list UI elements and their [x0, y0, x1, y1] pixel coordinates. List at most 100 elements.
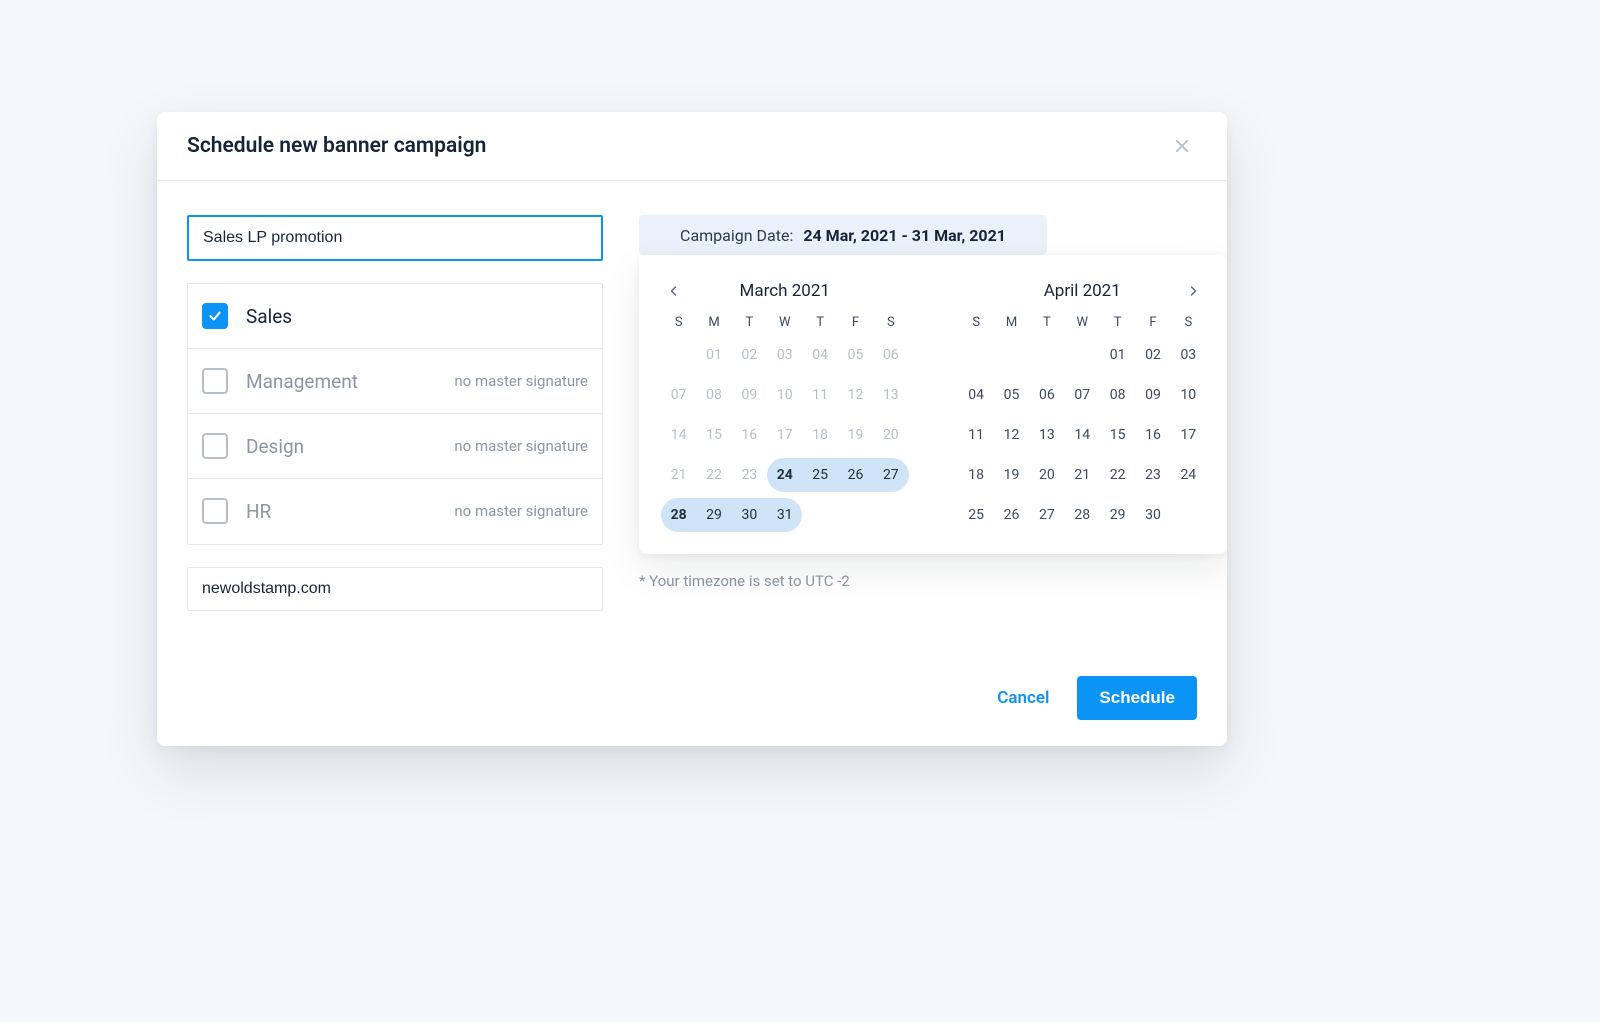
calendar-day[interactable]: 06	[1029, 378, 1064, 412]
close-button[interactable]	[1167, 131, 1197, 161]
calendar-day[interactable]: 06	[873, 338, 908, 372]
calendar-day[interactable]: 15	[696, 418, 731, 452]
calendar-day[interactable]: 14	[661, 418, 696, 452]
calendar-day[interactable]: 10	[767, 378, 802, 412]
calendar-day[interactable]: 13	[873, 378, 908, 412]
calendar-day[interactable]: 24	[1171, 458, 1206, 492]
calendar-day[interactable]: 27	[873, 458, 908, 492]
department-row[interactable]: Sales	[188, 284, 602, 348]
calendar-day[interactable]: 27	[1029, 498, 1064, 532]
weekday-label: S	[873, 315, 908, 330]
calendar-day[interactable]: 23	[1135, 458, 1170, 492]
calendar-day[interactable]: 01	[696, 338, 731, 372]
calendar-day[interactable]: 10	[1171, 378, 1206, 412]
calendar-day[interactable]: 20	[1029, 458, 1064, 492]
schedule-button[interactable]: Schedule	[1077, 676, 1197, 720]
calendar-day[interactable]: 11	[802, 378, 837, 412]
calendar-day[interactable]: 19	[994, 458, 1029, 492]
department-row[interactable]: Designno master signature	[188, 413, 602, 478]
chevron-right-icon	[1187, 285, 1199, 297]
calendar-day[interactable]: 16	[1135, 418, 1170, 452]
calendar-day[interactable]: 21	[1065, 458, 1100, 492]
destination-url-input[interactable]	[187, 567, 603, 611]
calendar-day[interactable]: 19	[838, 418, 873, 452]
calendar-day[interactable]: 17	[767, 418, 802, 452]
modal-footer: Cancel Schedule	[997, 676, 1197, 720]
calendar-day[interactable]: 30	[732, 498, 767, 532]
calendar-day[interactable]: 29	[696, 498, 731, 532]
calendar-day[interactable]: 20	[873, 418, 908, 452]
calendar-day[interactable]: 16	[732, 418, 767, 452]
calendar-day[interactable]: 17	[1171, 418, 1206, 452]
calendar-day[interactable]: 22	[696, 458, 731, 492]
calendar-day[interactable]: 28	[1065, 498, 1100, 532]
weekday-label: T	[1029, 315, 1064, 330]
close-icon	[1173, 137, 1191, 155]
weekday-label: M	[994, 315, 1029, 330]
calendar-day[interactable]: 03	[1171, 338, 1206, 372]
calendar-day[interactable]: 25	[959, 498, 994, 532]
weekday-label: S	[1171, 315, 1206, 330]
calendar-day[interactable]: 25	[802, 458, 837, 492]
weekday-label: W	[1065, 315, 1100, 330]
calendar-day[interactable]: 21	[661, 458, 696, 492]
department-checkbox[interactable]	[202, 498, 228, 524]
calendar-day[interactable]: 03	[767, 338, 802, 372]
calendar-day[interactable]: 31	[767, 498, 802, 532]
calendar-day[interactable]: 29	[1100, 498, 1135, 532]
calendar-day[interactable]: 15	[1100, 418, 1135, 452]
month-title: March 2021	[740, 281, 830, 301]
calendar-month: April 2021SMTWTFS01020304050607080910111…	[959, 267, 1207, 532]
department-checkbox[interactable]	[202, 433, 228, 459]
weekday-header: SMTWTFS	[661, 315, 909, 330]
cancel-button[interactable]: Cancel	[997, 688, 1049, 708]
calendar-day[interactable]: 02	[732, 338, 767, 372]
department-row[interactable]: Managementno master signature	[188, 348, 602, 413]
department-note: no master signature	[454, 372, 588, 390]
calendar-grid: 010203 04050607080910 11121314151617 181920…	[959, 338, 1207, 532]
department-row[interactable]: HR no master signature	[188, 478, 602, 543]
calendar-day[interactable]: 05	[994, 378, 1029, 412]
department-checkbox[interactable]	[202, 368, 228, 394]
calendar-day[interactable]: 14	[1065, 418, 1100, 452]
calendar-day[interactable]: 01	[1100, 338, 1135, 372]
next-month-button[interactable]	[1180, 278, 1206, 304]
calendar-day[interactable]: 18	[959, 458, 994, 492]
calendar-day[interactable]: 23	[732, 458, 767, 492]
prev-month-button[interactable]	[661, 278, 687, 304]
calendar-day[interactable]: 22	[1100, 458, 1135, 492]
department-name: HR	[246, 500, 271, 523]
calendar-day[interactable]: 24	[767, 458, 802, 492]
calendar-day[interactable]: 09	[1135, 378, 1170, 412]
calendar-day[interactable]: 07	[661, 378, 696, 412]
left-column: SalesManagementno master signatureDesign…	[187, 215, 603, 611]
weekday-label: F	[838, 315, 873, 330]
calendar-day[interactable]: 02	[1135, 338, 1170, 372]
modal-body: SalesManagementno master signatureDesign…	[157, 181, 1227, 611]
calendar-blank	[1065, 338, 1100, 372]
department-checkbox[interactable]	[202, 303, 228, 329]
calendar-day[interactable]: 07	[1065, 378, 1100, 412]
date-range-label: Campaign Date:	[680, 226, 793, 245]
calendar-day[interactable]: 04	[959, 378, 994, 412]
calendar-day[interactable]: 08	[1100, 378, 1135, 412]
calendar-day[interactable]: 05	[838, 338, 873, 372]
calendar-day[interactable]: 04	[802, 338, 837, 372]
weekday-label: M	[696, 315, 731, 330]
calendar-day[interactable]: 26	[838, 458, 873, 492]
calendar-day[interactable]: 12	[994, 418, 1029, 452]
calendar-day[interactable]: 12	[838, 378, 873, 412]
calendar-day[interactable]: 28	[661, 498, 696, 532]
calendar-day[interactable]: 08	[696, 378, 731, 412]
calendar-day[interactable]: 18	[802, 418, 837, 452]
department-note: no master signature	[454, 502, 588, 520]
campaign-name-input[interactable]	[187, 215, 603, 261]
calendar-day[interactable]: 09	[732, 378, 767, 412]
right-column: Campaign Date: 24 Mar, 2021 - 31 Mar, 20…	[639, 215, 1197, 611]
calendar-day[interactable]: 30	[1135, 498, 1170, 532]
calendar-day[interactable]: 26	[994, 498, 1029, 532]
calendar-day[interactable]: 11	[959, 418, 994, 452]
weekday-label: T	[732, 315, 767, 330]
calendar-day[interactable]: 13	[1029, 418, 1064, 452]
modal-header: Schedule new banner campaign	[157, 112, 1227, 181]
